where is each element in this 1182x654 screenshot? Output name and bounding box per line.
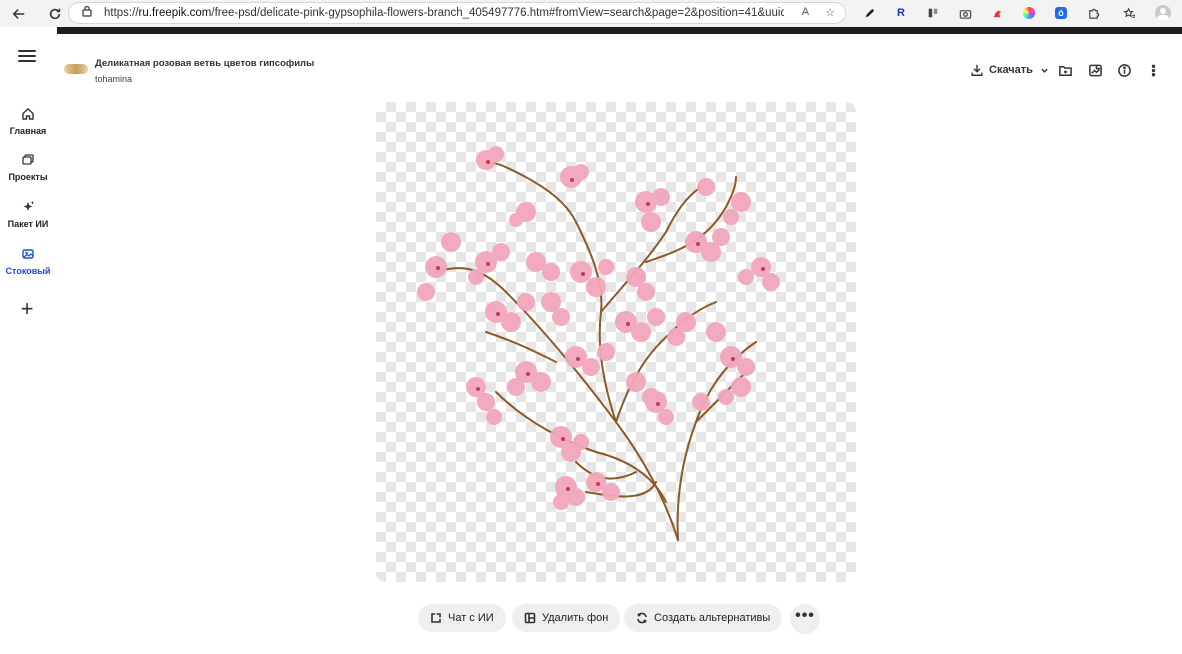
image-edit-icon [1089, 64, 1102, 77]
pen-icon[interactable] [860, 4, 878, 22]
remove-background-label: Удалить фон [542, 612, 609, 624]
edit-image-button[interactable] [1088, 63, 1103, 78]
read-aloud-icon[interactable]: A [802, 6, 809, 19]
url-domain: ru.freepik.com [138, 7, 212, 19]
color-wheel-icon[interactable] [1020, 4, 1038, 22]
remove-background-button[interactable]: Удалить фон [512, 604, 621, 632]
create-alternatives-button[interactable]: Создать альтернативы [624, 604, 783, 632]
sparkle-icon [23, 201, 35, 211]
info-icon [1118, 64, 1131, 77]
download-label: Скачать [989, 64, 1033, 76]
sidebar-item-projects[interactable]: Проекты [0, 152, 56, 182]
more-vertical-icon [1151, 64, 1156, 77]
back-button[interactable] [8, 3, 30, 25]
chat-ai-button[interactable]: Чат с ИИ [418, 604, 506, 632]
gypsophila-branch-image [417, 146, 780, 541]
sidebar: Главная Проекты Пакет ИИ Стоковый + [0, 34, 56, 654]
download-icon [971, 64, 983, 76]
remove-bg-icon [524, 612, 536, 624]
asset-title: Деликатная розовая ветвь цветов гипсофил… [95, 58, 315, 69]
star-icon[interactable]: ☆ [825, 6, 835, 19]
sidebar-item-home[interactable]: Главная [0, 106, 56, 136]
reload-icon [49, 8, 61, 19]
hamburger-menu-icon[interactable] [18, 50, 36, 64]
more-actions-button[interactable]: ••• [790, 604, 820, 634]
image-preview[interactable] [376, 102, 856, 582]
download-button[interactable]: Скачать [970, 63, 1049, 77]
browser-toolbar: https://ru.freepik.com/free-psd/delicate… [0, 0, 1182, 27]
r-extension-icon[interactable]: R [892, 4, 910, 22]
add-to-collection-button[interactable] [1058, 63, 1073, 78]
bookmark-icon[interactable] [924, 4, 942, 22]
sidebar-item-ai-pack[interactable]: Пакет ИИ [0, 199, 56, 229]
page-top-bar [57, 27, 1182, 34]
puzzle-icon[interactable] [1084, 4, 1102, 22]
author-name[interactable]: tohamina [95, 74, 132, 84]
refresh-icon [637, 612, 647, 624]
sidebar-item-label: Стоковый [5, 266, 51, 276]
info-button[interactable] [1117, 63, 1132, 78]
chevron-down-icon [1041, 68, 1048, 73]
address-bar[interactable]: https://ru.freepik.com/free-psd/delicate… [68, 2, 846, 24]
create-alternatives-label: Создать альтернативы [654, 612, 771, 624]
stock-icon [22, 249, 34, 259]
profile-icon[interactable] [1154, 4, 1172, 22]
author-logo[interactable] [64, 64, 88, 74]
sidebar-item-label: Пакет ИИ [7, 219, 49, 229]
home-icon [22, 108, 34, 120]
badge-icon[interactable]: ó [1052, 4, 1070, 22]
sidebar-item-label: Проекты [8, 172, 48, 182]
more-options-button[interactable] [1146, 63, 1161, 78]
chat-ai-label: Чат с ИИ [448, 612, 494, 624]
favorites-icon[interactable] [1120, 4, 1138, 22]
reload-button[interactable] [44, 3, 66, 25]
camera-icon[interactable] [956, 4, 974, 22]
arrow-left-icon [12, 8, 25, 19]
chat-edit-icon [431, 613, 441, 623]
sidebar-item-label: Главная [9, 126, 47, 136]
add-icon[interactable]: + [17, 298, 37, 320]
url-text[interactable]: https://ru.freepik.com/free-psd/delicate… [104, 7, 784, 19]
dino-icon[interactable] [988, 4, 1006, 22]
folder-icon [1059, 66, 1072, 76]
projects-icon [22, 154, 34, 165]
sidebar-item-stock[interactable]: Стоковый [0, 246, 56, 276]
url-path: /free-psd/delicate-pink-gypsophila-flowe… [211, 7, 784, 19]
url-scheme: https:// [104, 7, 139, 19]
lock-icon [81, 4, 93, 22]
